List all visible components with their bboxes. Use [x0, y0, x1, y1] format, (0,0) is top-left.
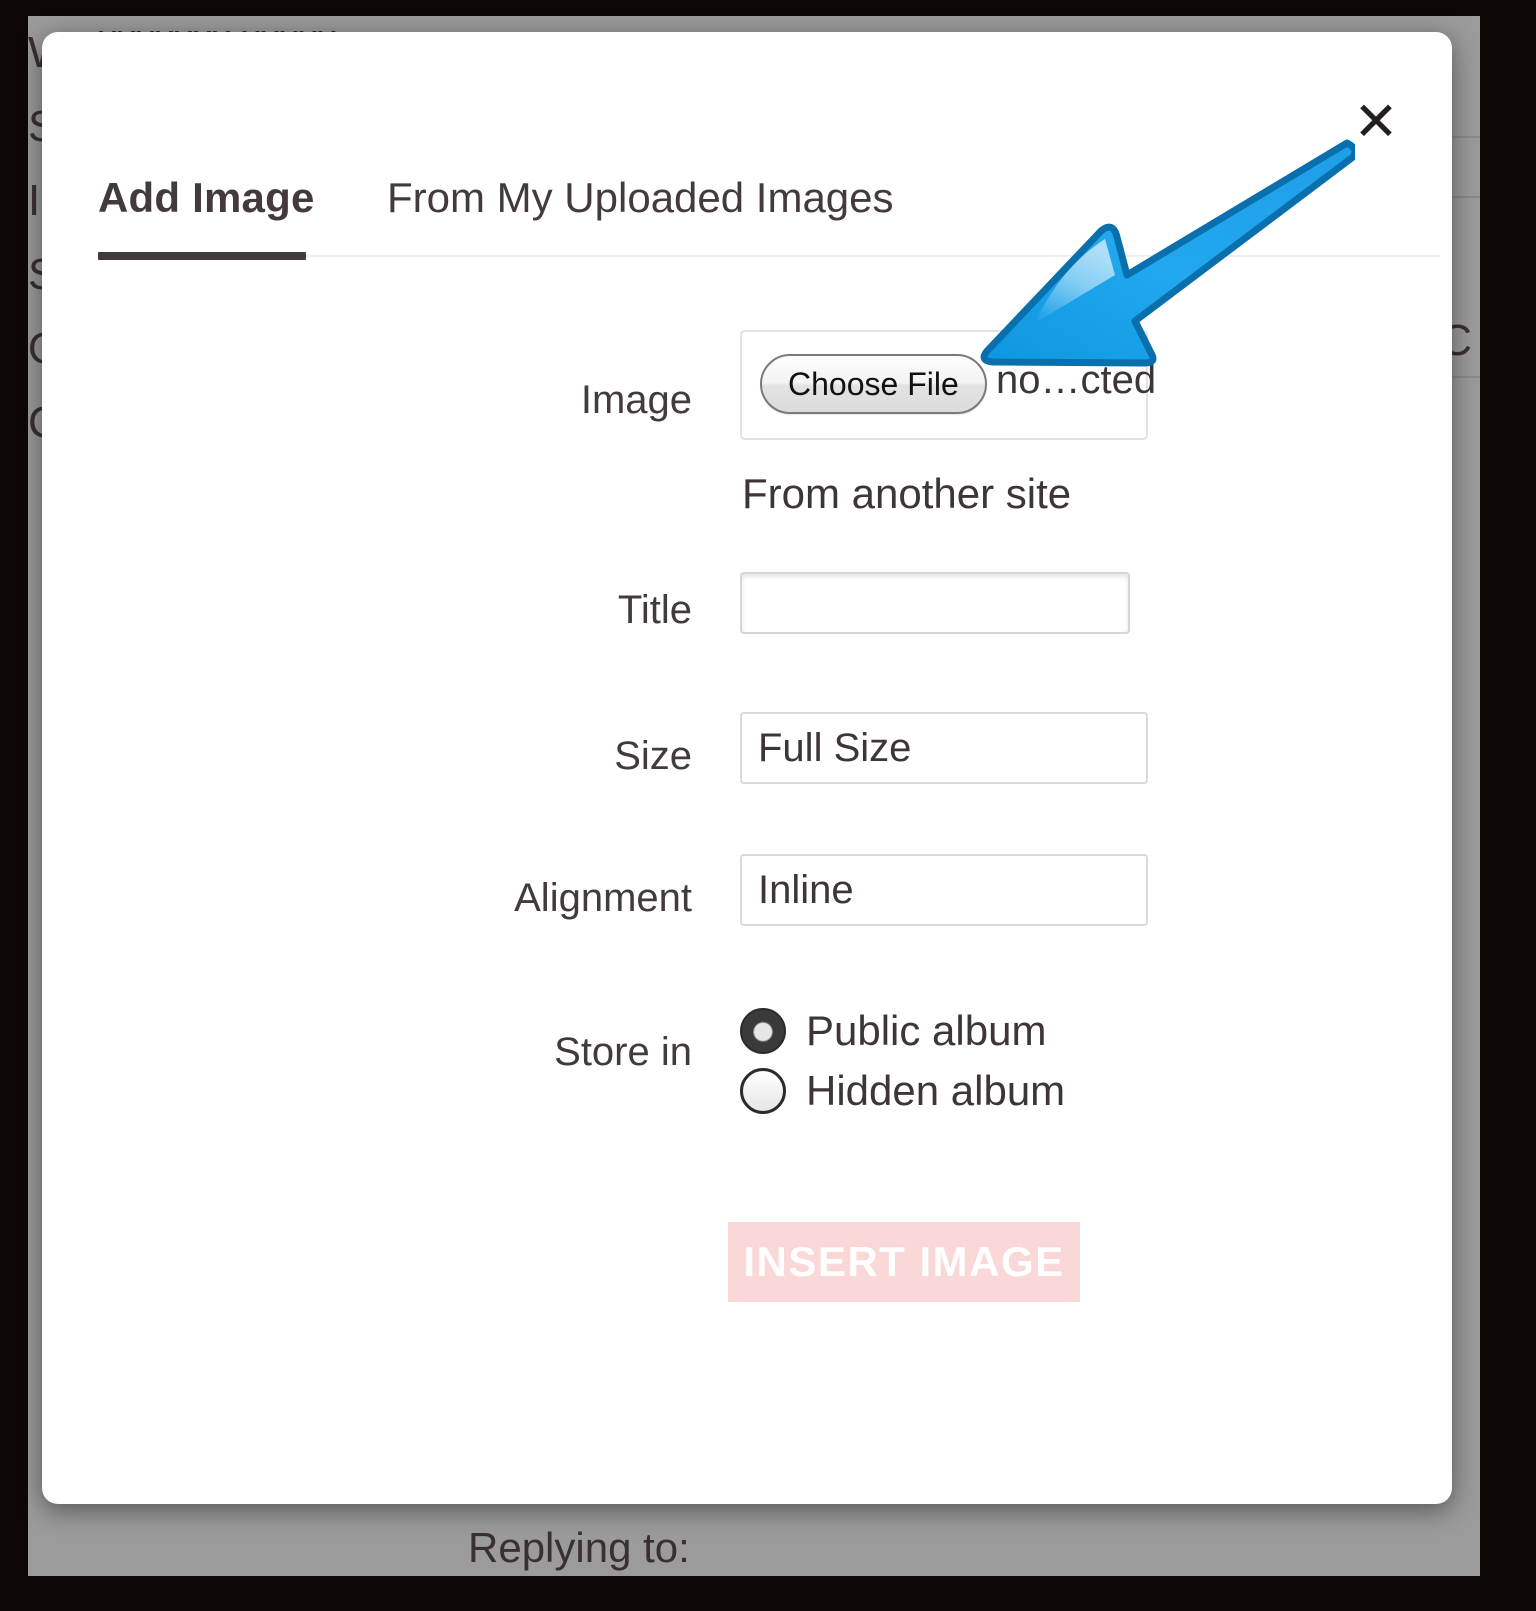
radio-selected-icon[interactable]: [740, 1008, 786, 1054]
from-another-site-link[interactable]: From another site: [742, 470, 1071, 518]
field-row-title: Title: [42, 572, 1452, 652]
title-input[interactable]: [740, 572, 1130, 634]
radio-option-public-album[interactable]: Public album: [740, 1002, 1065, 1060]
alignment-selected-value: Inline: [758, 867, 854, 912]
field-row-store-in: Store in Public album Hidden album: [42, 1002, 1452, 1162]
radio-label-hidden-album: Hidden album: [806, 1067, 1066, 1114]
tab-add-image[interactable]: Add Image: [98, 174, 315, 222]
radio-unselected-icon[interactable]: [740, 1068, 786, 1114]
file-status-text: no…cted: [996, 358, 1157, 402]
close-icon[interactable]: ✕: [1348, 94, 1404, 150]
modal-tabs: Add Image From My Uploaded Images: [42, 174, 1452, 270]
choose-file-button[interactable]: Choose File: [760, 354, 987, 414]
size-selected-value: Full Size: [758, 725, 912, 770]
tab-divider: [306, 255, 1440, 257]
tab-from-my-uploaded-images[interactable]: From My Uploaded Images: [387, 174, 894, 222]
active-tab-underline: [98, 252, 306, 260]
add-image-form: Image Choose File no…cted From another s…: [42, 302, 1452, 1302]
radio-label-public-album: Public album: [806, 1007, 1047, 1054]
field-row-size: Size Full Size: [42, 712, 1452, 792]
field-row-alignment: Alignment Inline: [42, 854, 1452, 934]
background-bottom-text: Replying to:: [468, 1524, 690, 1571]
file-input-box[interactable]: Choose File no…cted: [740, 330, 1156, 440]
insert-image-button[interactable]: INSERT IMAGE: [728, 1222, 1080, 1302]
store-in-radio-group: Public album Hidden album: [740, 1002, 1065, 1122]
screen: xxxxxxx xxxxx WTBE SJXE IGEW STBV OGAT C…: [0, 0, 1536, 1611]
add-image-modal: ✕ Add Image From My Uploaded Images Imag…: [42, 32, 1452, 1504]
field-row-image: Image Choose File no…cted From another s…: [42, 302, 1452, 517]
radio-option-hidden-album[interactable]: Hidden album: [740, 1062, 1065, 1120]
size-select[interactable]: Full Size: [740, 712, 1148, 784]
alignment-select[interactable]: Inline: [740, 854, 1148, 926]
